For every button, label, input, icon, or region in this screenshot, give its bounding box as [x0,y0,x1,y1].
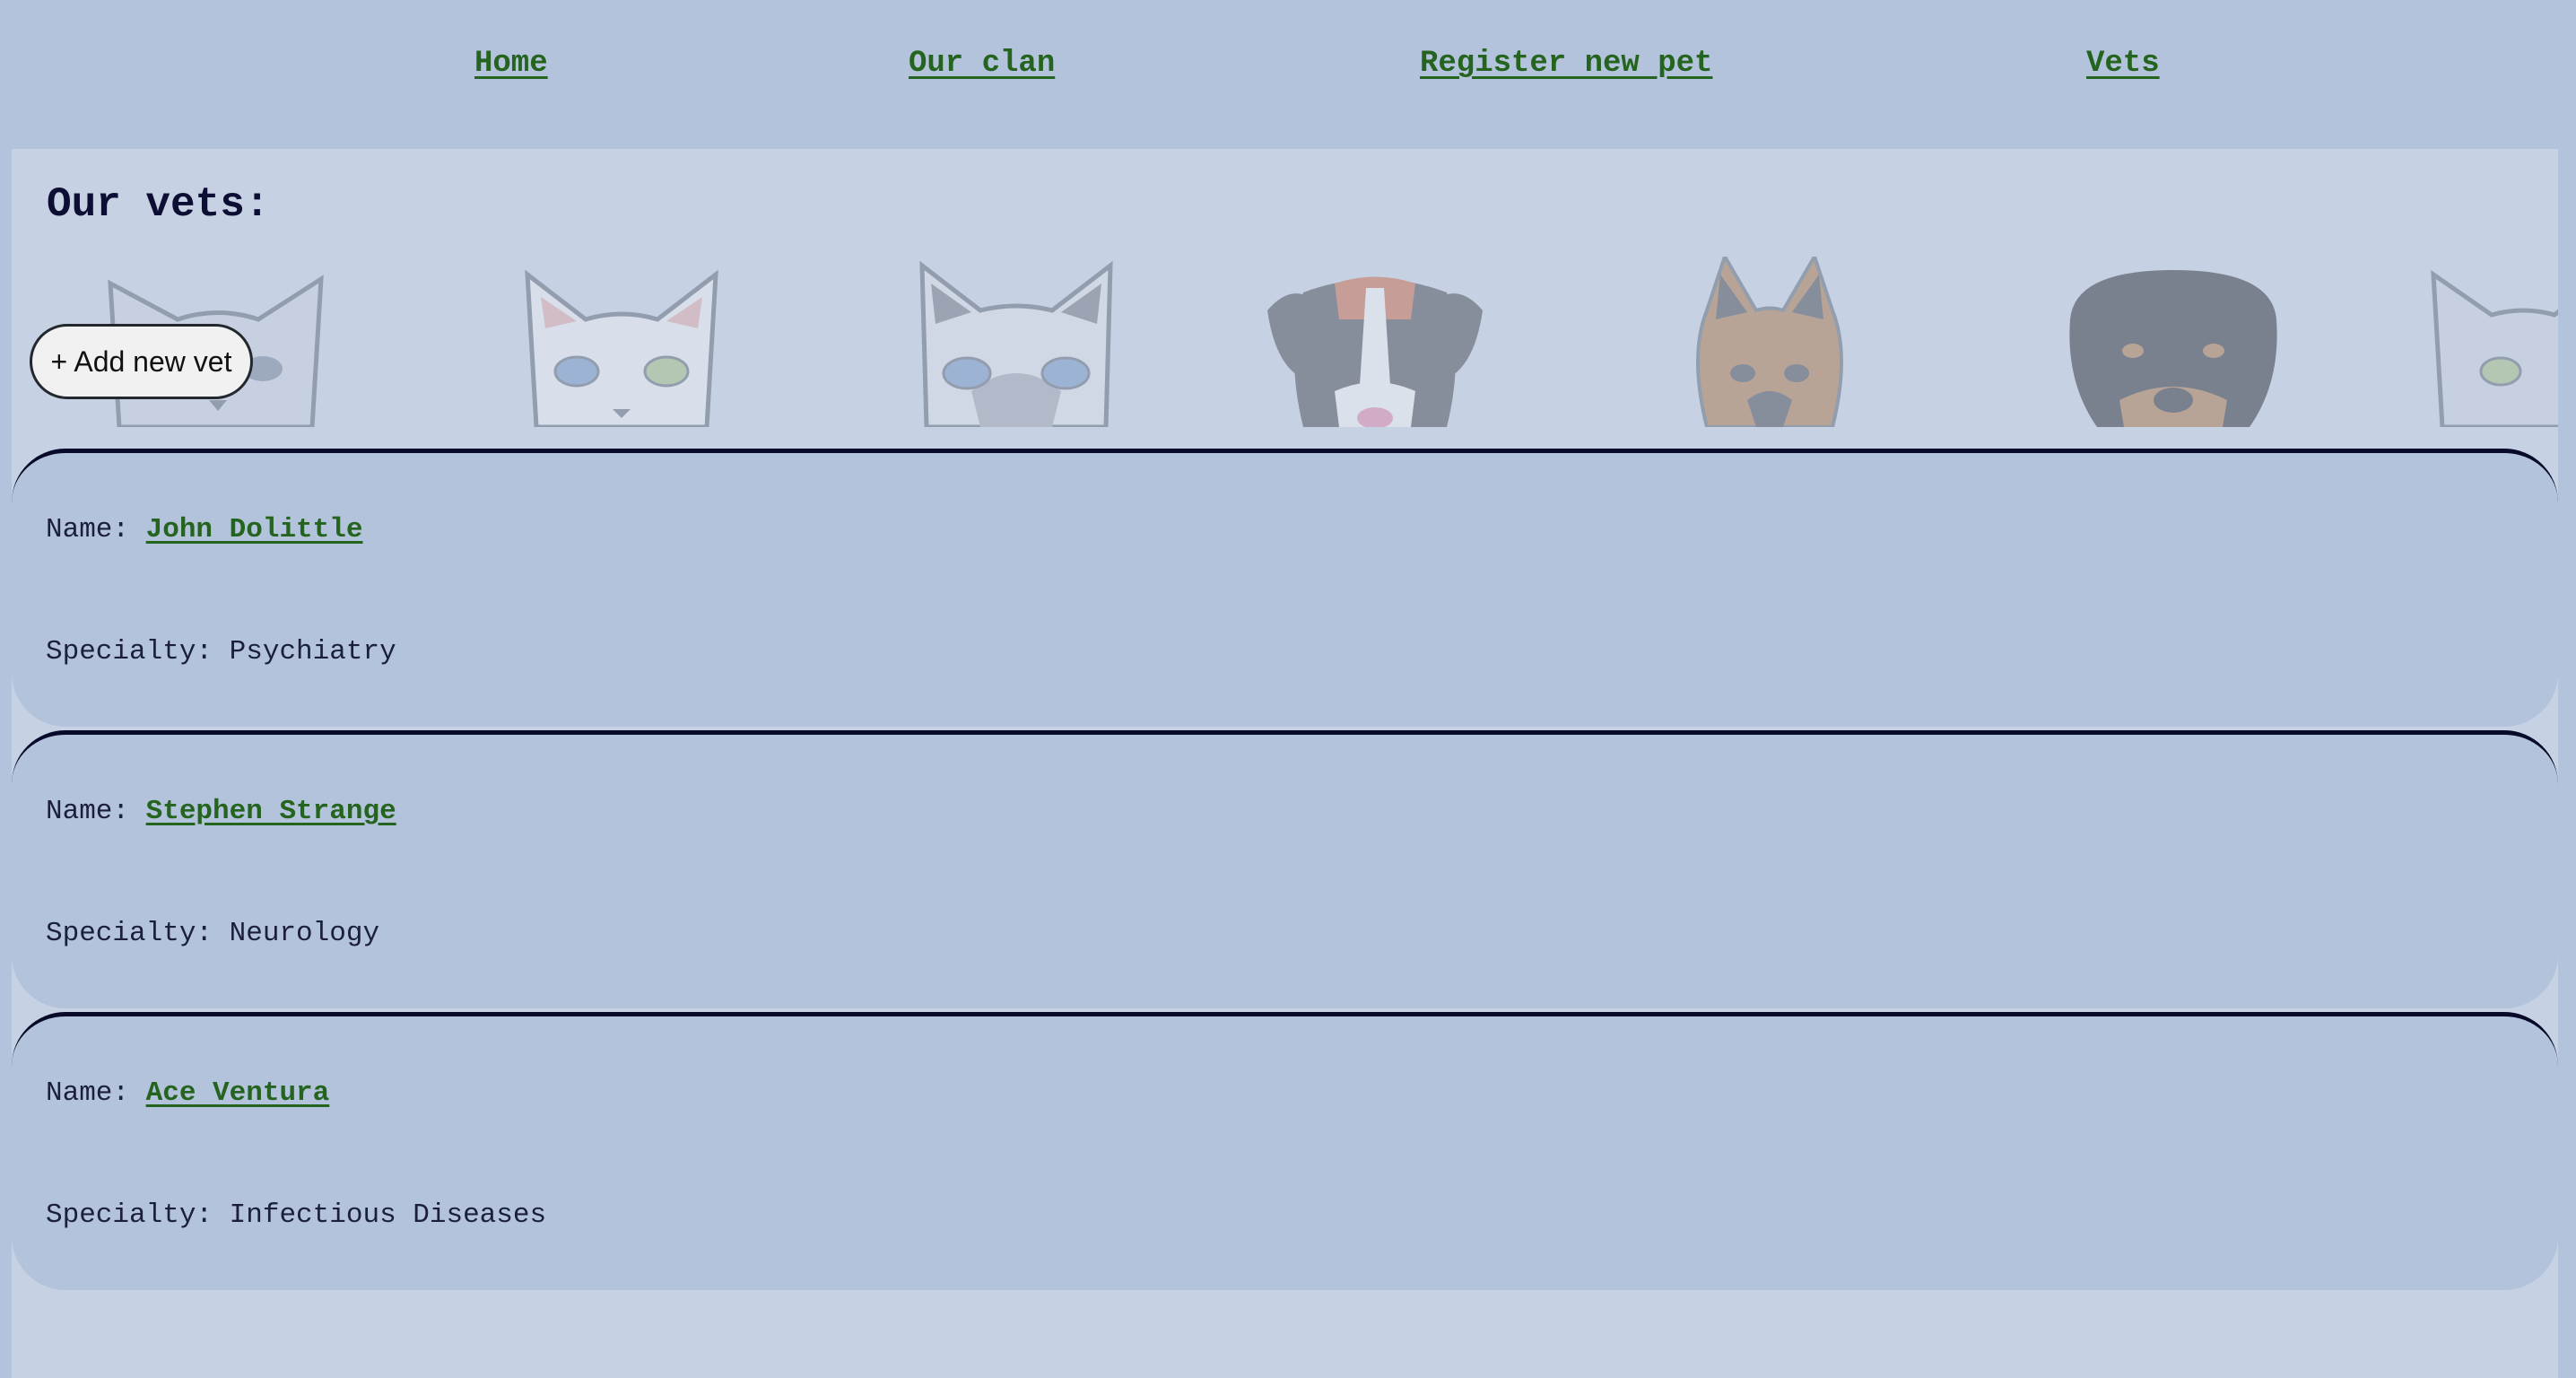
vet-name-link[interactable]: John Dolittle [146,514,363,545]
cat-head-icon [2431,270,2558,427]
vet-card: Name: Stephen Strange Specialty: Neurolo… [12,730,2558,1008]
vet-specialty-row: Specialty: Infectious Diseases [46,1199,546,1231]
cat-head-icon [919,260,1113,427]
vet-specialty: Infectious Diseases [229,1199,547,1231]
page-title: Our vets: [47,181,270,228]
vet-name-row: Name: Ace Ventura [46,1077,329,1109]
vet-name-link[interactable]: Stephen Strange [146,796,396,827]
main-panel: Our vets: + Add new vet Name: John Dolit… [12,149,2558,1378]
vet-specialty-row: Specialty: Neurology [46,918,379,949]
vet-name-link[interactable]: Ace Ventura [146,1077,330,1109]
specialty-label: Specialty: [46,1199,230,1231]
vet-name-row: Name: John Dolittle [46,514,362,545]
vet-card: Name: John Dolittle Specialty: Psychiatr… [12,449,2558,727]
vet-card: Name: Ace Ventura Specialty: Infectious … [12,1012,2558,1290]
vet-specialty: Psychiatry [229,636,396,667]
nav-link-our-clan[interactable]: Our clan [909,47,1055,81]
add-new-vet-button[interactable]: + Add new vet [30,324,253,399]
top-navigation: Home Our clan Register new pet Vets [0,0,2576,149]
cat-head-icon [525,269,718,427]
name-label: Name: [46,1077,146,1109]
specialty-label: Specialty: [46,636,230,667]
dog-head-icon [1267,276,1483,427]
name-label: Name: [46,796,146,827]
specialty-label: Specialty: [46,918,230,949]
nav-link-home[interactable]: Home [474,47,548,81]
dog-head-icon [1696,257,1843,427]
vet-specialty-row: Specialty: Psychiatry [46,636,396,667]
nav-link-register-new-pet[interactable]: Register new pet [1420,47,1712,81]
pets-banner [12,257,2558,427]
name-label: Name: [46,514,146,545]
vet-name-row: Name: Stephen Strange [46,796,396,827]
dog-head-icon [2069,270,2277,427]
nav-link-vets[interactable]: Vets [2086,47,2160,81]
vet-specialty: Neurology [229,918,380,949]
